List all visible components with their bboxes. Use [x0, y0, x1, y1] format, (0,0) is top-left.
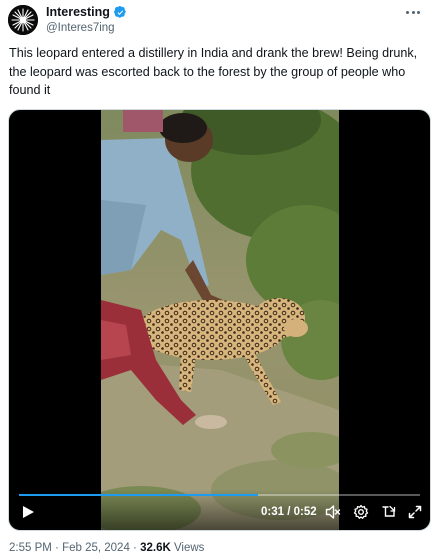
tweet-text: This leopard entered a distillery in Ind…	[9, 46, 418, 97]
star-burst-logo-icon	[8, 5, 38, 35]
tweet-time[interactable]: 2:55 PM	[9, 542, 52, 554]
video-scrubber[interactable]	[19, 494, 420, 496]
avatar[interactable]	[8, 5, 38, 35]
tweet: Interesting @Interes7ing This leopard en…	[0, 0, 434, 557]
author-name-row: Interesting	[46, 5, 127, 20]
fullscreen-icon[interactable]	[407, 504, 423, 520]
tweet-date[interactable]: Feb 25, 2024	[62, 542, 130, 554]
settings-gear-icon[interactable]	[353, 504, 369, 520]
meta-separator: ·	[51, 542, 63, 554]
verified-badge-icon	[113, 6, 126, 18]
leopard-video-still	[101, 110, 339, 530]
video-player[interactable]: 0:31 / 0:52	[8, 109, 431, 531]
views-label: Views	[173, 542, 205, 554]
video-time: 0:31 / 0:52	[261, 506, 317, 518]
display-name[interactable]: Interesting	[46, 5, 110, 20]
volume-muted-icon[interactable]	[325, 504, 341, 520]
pip-icon[interactable]	[381, 504, 397, 520]
tweet-meta: 2:55 PM · Feb 25, 2024 · 32.6K Views	[9, 541, 204, 555]
video-frame[interactable]	[101, 110, 339, 530]
views-count: 32.6K	[140, 542, 171, 554]
play-icon[interactable]	[21, 505, 35, 519]
video-progress-fill	[19, 494, 258, 496]
author-handle[interactable]: @Interes7ing	[46, 21, 115, 35]
meta-separator-2: ·	[129, 542, 141, 554]
more-options-icon[interactable]	[406, 6, 424, 18]
video-controls: 0:31 / 0:52	[9, 490, 430, 530]
